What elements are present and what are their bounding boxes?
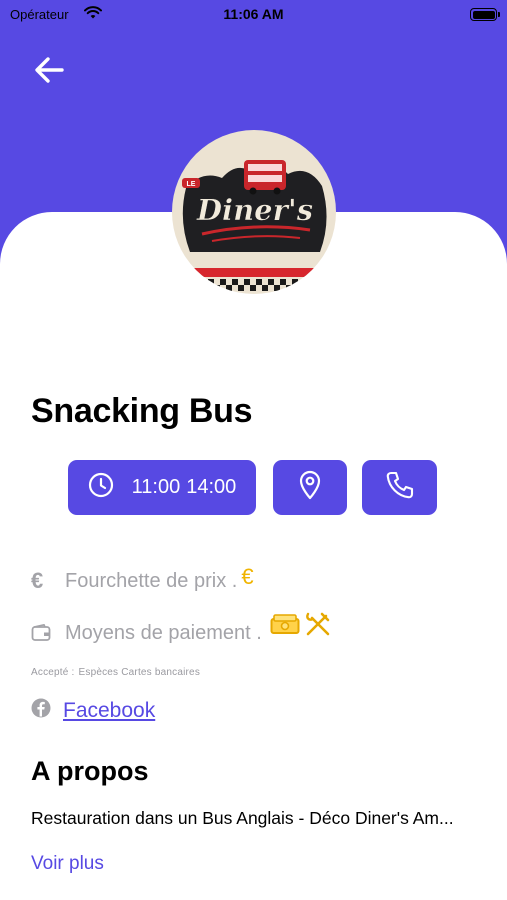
- accepted-methods: Espèces Cartes bancaires: [78, 667, 201, 678]
- status-bar: Opérateur 11:06 AM: [0, 0, 507, 30]
- phone-icon: [385, 470, 415, 505]
- price-range-label: Fourchette de prix .: [65, 569, 238, 592]
- see-more-link[interactable]: Voir plus: [31, 853, 104, 875]
- status-time: 11:06 AM: [223, 6, 284, 22]
- arrow-left-icon: [35, 57, 64, 83]
- euro-icon: €: [31, 568, 44, 593]
- battery-icon: [470, 8, 500, 21]
- price-level: €: [241, 564, 254, 589]
- location-button[interactable]: [273, 460, 347, 515]
- map-pin-icon: [298, 470, 322, 505]
- hours-text: 11:00 14:00: [132, 476, 237, 499]
- about-text: Restauration dans un Bus Anglais - Déco …: [31, 808, 454, 828]
- hours-close: 14:00: [186, 476, 237, 498]
- cash-icon: [270, 612, 300, 642]
- call-button[interactable]: [362, 460, 437, 515]
- content-sheet: [0, 212, 507, 900]
- payment-methods-label: Moyens de paiement .: [65, 621, 262, 644]
- facebook-link[interactable]: Facebook: [63, 699, 155, 723]
- accepted-prefix: Accepté :: [31, 667, 75, 678]
- logo-small-text: LE: [187, 181, 196, 188]
- payment-methods-row: Moyens de paiement .: [31, 612, 332, 650]
- page-title: Snacking Bus: [31, 392, 253, 430]
- opening-hours-button[interactable]: 11:00 14:00: [68, 460, 256, 515]
- accepted-payments: Accepté : Espèces Cartes bancaires: [31, 667, 200, 678]
- wallet-icon: [31, 624, 57, 642]
- hours-open: 11:00: [131, 476, 181, 498]
- logo-text: Diner's: [196, 193, 313, 227]
- clock-icon: [88, 472, 114, 503]
- restaurant-cutlery-icon: [304, 610, 332, 644]
- facebook-row: Facebook: [31, 698, 155, 723]
- restaurant-logo: LE Diner's: [172, 130, 336, 294]
- facebook-icon: [31, 698, 51, 723]
- back-button[interactable]: [30, 52, 70, 88]
- price-range-row: € Fourchette de prix . €: [31, 564, 254, 594]
- about-title: A propos: [31, 756, 149, 786]
